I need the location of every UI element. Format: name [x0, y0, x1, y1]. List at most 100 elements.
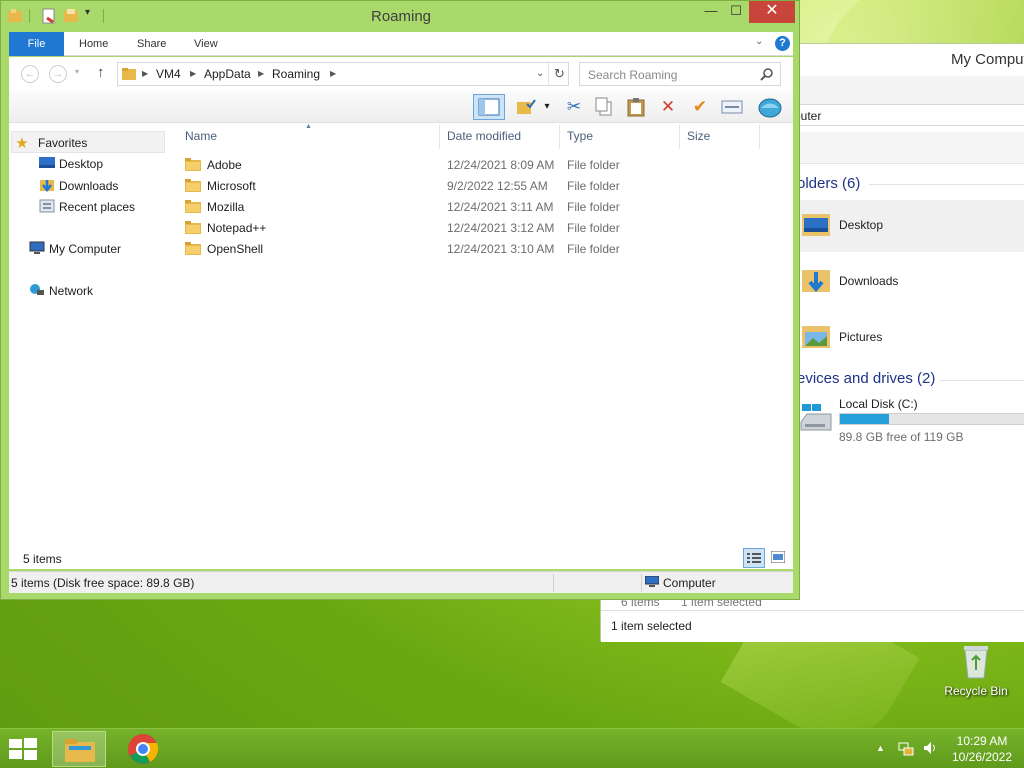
table-row[interactable]: Notepad++ 12/24/2021 3:12 AM File folder	[179, 217, 769, 238]
nav-item-label: Recent places	[59, 200, 136, 214]
tab-file[interactable]: File	[9, 32, 64, 56]
tab-view[interactable]: View	[194, 32, 218, 56]
background-statusbar: 1 item selected	[601, 610, 1024, 642]
breadcrumb-separator-icon[interactable]: ▶	[142, 69, 148, 78]
nav-item-favorites[interactable]: ★ Favorites	[11, 131, 165, 153]
file-type: File folder	[567, 221, 620, 235]
background-address-bar[interactable]: puter	[787, 104, 1024, 126]
folder-icon	[185, 200, 201, 213]
breadcrumb-separator-icon[interactable]: ▶	[190, 69, 196, 78]
network-tray-icon[interactable]	[898, 740, 914, 756]
refresh-icon[interactable]: ↻	[548, 63, 570, 85]
folder-tile-pictures[interactable]: Pictures	[797, 312, 1024, 364]
paste-button[interactable]	[623, 95, 649, 119]
nav-item-my-computer[interactable]: My Computer	[29, 241, 121, 256]
recycle-bin-desktop-icon[interactable]: Recycle Bin	[944, 640, 1008, 704]
downloads-icon	[40, 180, 54, 192]
large-icons-view-button[interactable]	[767, 548, 789, 568]
column-header-date[interactable]: Date modified	[447, 129, 521, 143]
taskbar-file-explorer[interactable]	[52, 731, 106, 767]
downloads-folder-icon	[802, 270, 830, 293]
pictures-folder-icon	[802, 326, 830, 348]
nav-item-desktop[interactable]: Desktop	[39, 157, 103, 171]
navigation-pane: ★ Favorites Desktop Downloads Recent pla…	[9, 123, 169, 569]
explorer-window[interactable]: ▾ Roaming — ☐ ✕ File Home Share View ⌄ ?…	[0, 0, 800, 600]
folder-tile-label: Pictures	[839, 330, 883, 344]
tab-share[interactable]: Share	[137, 32, 166, 56]
internet-button[interactable]	[757, 95, 783, 119]
nav-item-recent-places[interactable]: Recent places	[39, 199, 135, 214]
clock[interactable]: 10:29 AM 10/26/2022	[944, 733, 1020, 765]
table-row[interactable]: Mozilla 12/24/2021 3:11 AM File folder	[179, 196, 769, 217]
nav-item-downloads[interactable]: Downloads	[39, 178, 118, 193]
navigation-bar: ← → ▾ ↑ ▶ VM4 ▶ AppData ▶ Roaming ▶ ⌄ ↻ …	[9, 57, 793, 91]
up-button[interactable]: ↑	[97, 64, 105, 81]
forward-button[interactable]: →	[49, 65, 67, 83]
recycle-bin-label: Recycle Bin	[944, 684, 1008, 698]
local-disk-tile[interactable]: Local Disk (C:) 89.8 GB free of 119 GB	[797, 394, 1024, 446]
recycle-bin-icon	[964, 646, 988, 679]
taskbar-chrome[interactable]	[116, 731, 170, 767]
network-icon	[30, 284, 44, 295]
breadcrumb-separator-icon[interactable]: ▶	[330, 69, 336, 78]
folder-tile-downloads[interactable]: Downloads	[797, 256, 1024, 308]
breadcrumb-separator-icon[interactable]: ▶	[258, 69, 264, 78]
breadcrumb-vm4[interactable]: VM4	[156, 67, 181, 81]
expand-ribbon-icon[interactable]: ⌄	[755, 36, 763, 47]
help-icon[interactable]: ?	[775, 36, 790, 51]
nav-item-network[interactable]: Network	[29, 283, 93, 298]
column-header-type[interactable]: Type	[567, 129, 593, 143]
maximize-button[interactable]: ☐	[723, 1, 749, 23]
drive-label: Local Disk (C:)	[839, 397, 918, 411]
start-button[interactable]	[8, 737, 38, 761]
folder-tile-desktop[interactable]: Desktop	[797, 200, 1024, 252]
organize-dropdown-icon[interactable]: ▾	[539, 95, 555, 119]
copy-button[interactable]	[591, 95, 617, 119]
details-view-button[interactable]	[743, 548, 765, 568]
column-header-size[interactable]: Size	[687, 129, 710, 143]
file-list: ▲ Name Date modified Type Size Adobe 12/…	[169, 123, 793, 569]
folder-options-icon	[517, 99, 536, 114]
table-row[interactable]: Adobe 12/24/2021 8:09 AM File folder	[179, 154, 769, 175]
file-date: 12/24/2021 8:09 AM	[447, 158, 555, 172]
close-button[interactable]: ✕	[749, 1, 795, 23]
folder-tile-label: Desktop	[839, 218, 884, 232]
file-explorer-icon	[65, 739, 95, 762]
column-divider[interactable]	[759, 125, 760, 149]
navigation-pane-button[interactable]	[473, 94, 505, 120]
search-icon[interactable]	[760, 67, 774, 81]
column-header-name[interactable]: Name	[185, 129, 217, 143]
organize-button[interactable]	[513, 95, 539, 119]
column-divider[interactable]	[679, 125, 680, 149]
properties-button[interactable]	[719, 95, 745, 119]
table-row[interactable]: Microsoft 9/2/2022 12:55 AM File folder	[179, 175, 769, 196]
file-date: 12/24/2021 3:12 AM	[447, 221, 555, 235]
devices-group-header[interactable]: evices and drives (2)	[797, 370, 935, 387]
tab-home[interactable]: Home	[79, 32, 108, 56]
folder-icon	[185, 179, 201, 192]
minimize-button[interactable]: —	[699, 1, 723, 23]
folder-icon	[185, 158, 201, 171]
breadcrumb-roaming[interactable]: Roaming	[272, 67, 320, 81]
recent-locations-icon[interactable]: ▾	[75, 67, 79, 76]
column-divider[interactable]	[559, 125, 560, 149]
divider	[641, 574, 642, 592]
show-hidden-icons-icon[interactable]: ▲	[876, 743, 885, 753]
column-divider[interactable]	[439, 125, 440, 149]
search-input[interactable]: Search Roaming	[579, 62, 781, 86]
rename-button[interactable]: ✔	[687, 95, 713, 119]
address-history-dropdown-icon[interactable]: ⌄	[536, 68, 544, 79]
window-title: Roaming	[370, 8, 432, 25]
volume-icon[interactable]	[922, 740, 938, 756]
clock-date: 10/26/2022	[951, 750, 1013, 764]
address-bar[interactable]: ▶ VM4 ▶ AppData ▶ Roaming ▶ ⌄ ↻	[117, 62, 569, 86]
table-row[interactable]: OpenShell 12/24/2021 3:10 AM File folder	[179, 238, 769, 259]
cut-button[interactable]: ✂	[561, 95, 587, 119]
clock-time: 10:29 AM	[956, 734, 1008, 748]
back-button[interactable]: ←	[21, 65, 39, 83]
status-disk-free: 5 items (Disk free space: 89.8 GB)	[11, 576, 195, 590]
delete-button[interactable]: ✕	[655, 95, 681, 119]
breadcrumb-appdata[interactable]: AppData	[204, 67, 251, 81]
folders-group-header[interactable]: olders (6)	[797, 175, 860, 192]
recent-places-icon	[39, 199, 55, 213]
